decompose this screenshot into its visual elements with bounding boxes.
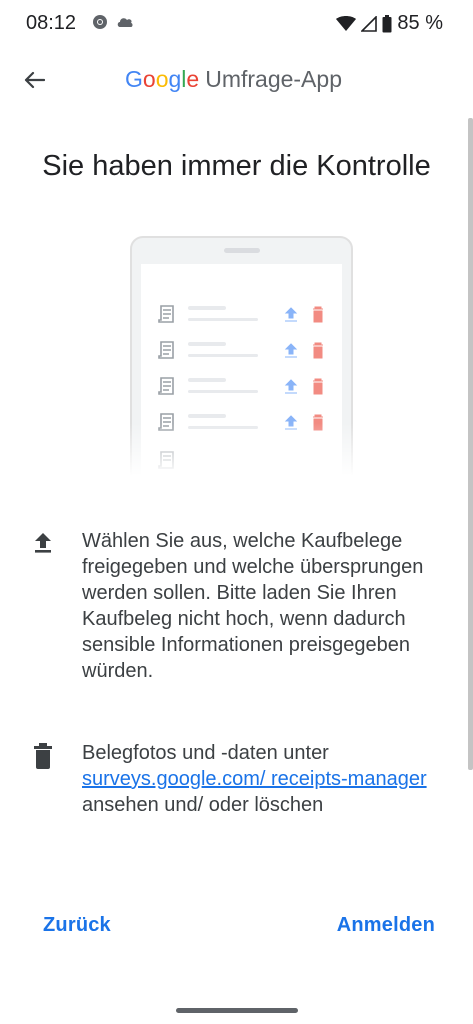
cell-signal-icon [361, 15, 378, 32]
info-item-upload: Wählen Sie aus, welche Kaufbelege freige… [30, 528, 450, 684]
app-title: Google Umfrage-App [125, 66, 342, 93]
app-title-text: Umfrage-App [205, 66, 342, 92]
info-text-delete-prefix: Belegfotos und -daten unter [82, 742, 329, 764]
battery-icon [382, 14, 392, 32]
status-bar: 08:12 85 % [0, 0, 473, 48]
logo-letter: o [155, 66, 169, 92]
receipts-manager-link[interactable]: surveys.google.com/ receipts-manager [82, 768, 427, 790]
scroll-indicator[interactable] [468, 118, 473, 770]
login-button[interactable]: Anmelden [337, 914, 435, 937]
info-text-delete-suffix: ansehen und/ oder löschen [82, 794, 324, 816]
arrow-left-icon [24, 71, 45, 89]
info-text-delete: Belegfotos und -daten unter surveys.goog… [82, 740, 450, 818]
google-logo: Google [125, 66, 199, 93]
status-time: 08:12 [26, 12, 77, 34]
status-left-icons [92, 14, 134, 30]
logo-letter: G [125, 66, 143, 92]
info-item-delete: Belegfotos und -daten unter surveys.goog… [30, 740, 450, 818]
back-button[interactable] [16, 62, 52, 98]
wifi-icon [336, 15, 357, 31]
logo-letter: e [186, 66, 200, 92]
info-text-upload: Wählen Sie aus, welche Kaufbelege freige… [82, 530, 424, 682]
cloud-icon [117, 18, 133, 27]
back-text-button[interactable]: Zurück [43, 914, 111, 937]
upload-icon [30, 528, 60, 684]
app-bar: Google Umfrage-App [0, 56, 473, 104]
gesture-navigation-bar[interactable] [176, 1008, 298, 1013]
chrome-icon [93, 15, 107, 29]
page-title: Sie haben immer die Kontrolle [42, 150, 431, 182]
status-right: 85 % [336, 12, 443, 35]
trash-icon [30, 740, 60, 818]
phone-illustration [130, 236, 353, 476]
battery-percent: 85 % [397, 12, 443, 34]
logo-letter: o [142, 66, 156, 92]
logo-letter: g [168, 66, 182, 92]
